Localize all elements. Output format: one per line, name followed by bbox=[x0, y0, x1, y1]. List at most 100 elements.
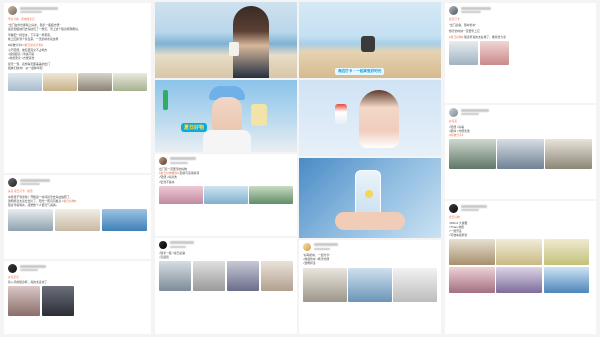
image-grid bbox=[159, 185, 294, 204]
photo-thumbnail[interactable] bbox=[54, 209, 101, 232]
post-tag[interactable]: 粤北寻味 · 周末随手记 bbox=[8, 17, 147, 21]
image-grid bbox=[8, 286, 74, 317]
username-blurred[interactable] bbox=[170, 241, 194, 245]
image-grid bbox=[159, 261, 293, 292]
banner-label: 海边打卡 · 一起享受好时光 bbox=[335, 68, 385, 75]
avatar[interactable] bbox=[159, 157, 167, 165]
post-body: "出门在外也能喝上好水，随手一瓶超方便" 最近和姐妹们去海边玩了一整天，带上这个随… bbox=[8, 23, 147, 71]
photo-bottle-closeup[interactable] bbox=[299, 158, 441, 238]
post-card-col4-mid: @某某 √轻便 √好看 √耐摔 √方便清洗 #好物分享# bbox=[445, 105, 596, 199]
photo-thumbnail[interactable] bbox=[101, 209, 147, 232]
hashtag-link[interactable]: #夏日补水计划# bbox=[23, 43, 43, 47]
post-body: √800ml 大容量 √Tritan 材质 √一键开盖 √可放车载杯架 bbox=[449, 221, 592, 238]
photo-thumbnail[interactable] bbox=[78, 72, 112, 91]
banner-label: 夏日好物 bbox=[181, 123, 208, 132]
photo-thumbnail[interactable] bbox=[8, 72, 42, 91]
post-body: 出门玩一定要带的好物 #夏日好物推荐# 颜值与实用并存 √轻便 √好清洗 √密封不漏水 bbox=[159, 167, 293, 184]
hashtag-link[interactable]: #夏日好物# bbox=[62, 199, 76, 203]
post-text-line: 新入手的随身杯，真的太喜欢了 bbox=[8, 280, 48, 284]
username-blurred[interactable] bbox=[20, 264, 46, 268]
photo-thumbnail[interactable] bbox=[543, 239, 590, 266]
post-text-line: √透明杯身 bbox=[303, 261, 316, 266]
post-tag[interactable]: 来自 夏日打卡 · 超话 bbox=[8, 189, 147, 193]
avatar[interactable] bbox=[449, 108, 458, 117]
post-tag[interactable]: @某某某 bbox=[8, 275, 147, 279]
photo-thumbnail[interactable] bbox=[496, 266, 542, 293]
username-blurred[interactable] bbox=[20, 6, 58, 10]
hashtag-link[interactable]: #夏日好物# bbox=[449, 35, 463, 39]
photo-thumbnail[interactable] bbox=[348, 267, 392, 302]
post-tag[interactable]: 夏日好物 bbox=[449, 215, 592, 219]
post-meta bbox=[461, 113, 489, 116]
photo-thumbnail[interactable] bbox=[43, 72, 77, 91]
photo-bucket-hat-girl[interactable]: 夏日好物 bbox=[155, 80, 297, 152]
photo-thumbnail[interactable] bbox=[8, 209, 54, 232]
photo-thumbnail[interactable] bbox=[449, 266, 495, 293]
photo-thumbnail[interactable] bbox=[41, 286, 74, 317]
avatar[interactable] bbox=[8, 178, 17, 187]
photo-girl-with-cup[interactable] bbox=[299, 80, 441, 156]
photo-thumbnail[interactable] bbox=[479, 41, 509, 66]
image-grid bbox=[8, 209, 147, 232]
photo-thumbnail[interactable] bbox=[497, 139, 544, 170]
photo-thumbnail[interactable] bbox=[159, 261, 192, 292]
post-card-col1-mid: 来自 夏日打卡 · 超话 水杯终于到手啦！开箱第一时间就带去海边拍照了， 透明杯身… bbox=[4, 175, 151, 259]
post-meta bbox=[20, 183, 50, 186]
avatar[interactable] bbox=[159, 241, 167, 249]
post-text-line: √可放车载杯架 bbox=[449, 233, 468, 238]
photo-thumbnail[interactable] bbox=[226, 261, 260, 292]
photo-thumbnail[interactable] bbox=[192, 261, 226, 292]
post-text-line: 随身带着喝水，感觉整个人都元气满满~ bbox=[8, 202, 58, 207]
post-text-line: #好物分享# bbox=[449, 133, 592, 137]
image-grid bbox=[8, 72, 147, 91]
post-text-line: 姐妹们快冲！ @一起种草吧 bbox=[8, 66, 43, 71]
photo-thumbnail[interactable] bbox=[449, 41, 479, 66]
post-meta bbox=[20, 11, 58, 14]
avatar[interactable] bbox=[8, 6, 17, 15]
avatar[interactable] bbox=[449, 6, 458, 15]
photo-thumbnail[interactable] bbox=[543, 266, 590, 293]
hashtag-link[interactable]: #好物分享# bbox=[449, 133, 463, 137]
username-blurred[interactable] bbox=[170, 157, 196, 161]
post-meta bbox=[170, 245, 194, 249]
post-body: 新入手的随身杯，真的太喜欢了 bbox=[8, 280, 147, 284]
photo-thumbnail[interactable] bbox=[204, 185, 248, 204]
username-blurred[interactable] bbox=[20, 178, 50, 182]
post-text-line: #夏日好物# 随身杯真的太好用了，推荐给大家 bbox=[449, 34, 507, 39]
avatar[interactable] bbox=[8, 264, 17, 273]
post-body: "出门必备，随时补水" 旅行的时候一定要带上它 #夏日好物# 随身杯真的太好用了，推… bbox=[449, 23, 592, 40]
photo-thumbnail[interactable] bbox=[8, 286, 41, 317]
post-card-col1-bottom: @某某某 新入手的随身杯，真的太喜欢了 bbox=[4, 261, 151, 334]
post-text-line: √密封不漏水 bbox=[159, 179, 175, 184]
photo-thumbnail[interactable] bbox=[249, 185, 294, 204]
post-card-col1-top: 粤北寻味 · 周末随手记 "出门在外也能喝上好水，随手一瓶超方便" 最近和姐妹们去… bbox=[4, 3, 151, 173]
photo-thumbnail[interactable] bbox=[260, 261, 293, 292]
photo-thumbnail[interactable] bbox=[113, 72, 147, 91]
post-card-col4-bottom: 夏日好物 √800ml 大容量 √Tritan 材质 √一键开盖 √可放车载杯架 bbox=[445, 201, 596, 334]
photo-beach-crowd[interactable]: 海边打卡 · 一起享受好时光 bbox=[299, 2, 441, 78]
photo-thumbnail[interactable] bbox=[393, 267, 438, 302]
post-body: √轻便 √好看 √耐摔 √方便清洗 #好物分享# bbox=[449, 125, 592, 138]
photo-thumbnail[interactable] bbox=[303, 267, 347, 302]
avatar[interactable] bbox=[303, 243, 311, 251]
username-blurred[interactable] bbox=[314, 243, 338, 247]
photo-thumbnail[interactable] bbox=[496, 239, 542, 266]
username-blurred[interactable] bbox=[461, 108, 489, 112]
image-grid bbox=[303, 267, 438, 302]
post-card-col4-top: 夏日打卡 "出门必备，随时补水" 旅行的时候一定要带上它 #夏日好物# 随身杯真的太… bbox=[445, 3, 596, 103]
image-grid bbox=[449, 41, 509, 66]
post-body: 水杯终于到手啦！开箱第一时间就带去海边拍照了， 透明杯身太适合出片了，阳光一照闪闪… bbox=[8, 195, 147, 208]
post-meta bbox=[461, 11, 491, 14]
post-tag[interactable]: 夏日打卡 bbox=[449, 17, 592, 21]
photo-beach-woman[interactable] bbox=[155, 2, 297, 78]
post-meta bbox=[461, 209, 487, 212]
post-card-col2-bottom: √随手一瓶 √夏日必备 √高颜值 bbox=[155, 238, 297, 334]
avatar[interactable] bbox=[449, 204, 458, 213]
post-tag[interactable]: @某某 bbox=[449, 119, 592, 123]
photo-thumbnail[interactable] bbox=[449, 239, 495, 266]
photo-thumbnail[interactable] bbox=[545, 139, 593, 170]
photo-thumbnail[interactable] bbox=[159, 185, 203, 204]
photo-thumbnail[interactable] bbox=[449, 139, 496, 170]
username-blurred[interactable] bbox=[461, 6, 491, 10]
username-blurred[interactable] bbox=[461, 204, 487, 208]
